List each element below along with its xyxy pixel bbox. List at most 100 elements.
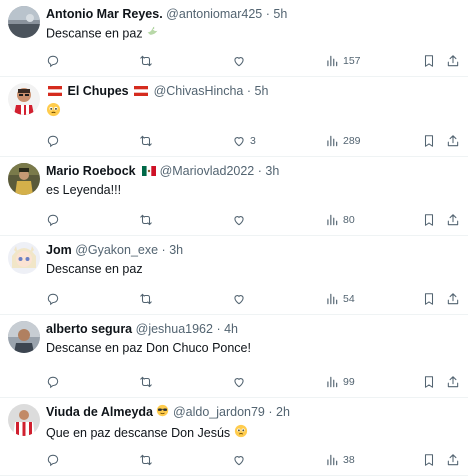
bookmark-button[interactable] [422, 451, 436, 469]
reply-button[interactable] [46, 211, 64, 229]
tweet-actions: 54 [46, 290, 460, 308]
reply-button[interactable] [46, 132, 64, 150]
tweet[interactable]: alberto segura @jeshua1962 · 4h Descanse… [0, 315, 468, 398]
user-handle[interactable]: @ChivasHincha [154, 84, 244, 98]
tweet-header: Jom @Gyakon_exe · 3h [46, 242, 458, 258]
timestamp[interactable]: 5h [255, 84, 269, 98]
views-button[interactable]: 99 [325, 373, 355, 391]
tweet-text: Descanse en paz [46, 25, 458, 43]
bookmark-icon [424, 55, 434, 67]
user-handle[interactable]: @aldo_jardon79 [173, 405, 265, 419]
analytics-icon [327, 454, 338, 466]
analytics-icon [327, 135, 338, 147]
retweet-icon [140, 293, 152, 305]
display-name[interactable]: Mario Roebock [46, 164, 136, 178]
views-button[interactable]: 289 [325, 132, 361, 150]
bookmark-button[interactable] [422, 290, 436, 308]
reply-button[interactable] [46, 290, 64, 308]
retweet-button[interactable] [139, 373, 157, 391]
tweet-actions: 38 [46, 451, 460, 469]
views-button[interactable]: 80 [325, 211, 355, 229]
reply-button[interactable] [46, 373, 64, 391]
bookmark-button[interactable] [422, 132, 436, 150]
share-icon [447, 376, 459, 388]
tweet-actions: 80 [46, 211, 460, 229]
like-button[interactable] [232, 373, 250, 391]
sunglasses-face-icon [156, 404, 169, 421]
share-icon [447, 454, 459, 466]
bookmark-button[interactable] [422, 373, 436, 391]
tweet-actions: 3 289 [46, 132, 460, 150]
tweet[interactable]: El Chupes @ChivasHincha · 5h 3 289 [0, 77, 468, 157]
display-name[interactable]: El Chupes [67, 84, 128, 98]
user-handle[interactable]: @Gyakon_exe [75, 243, 158, 257]
like-button[interactable] [232, 211, 250, 229]
separator: · [216, 322, 221, 336]
share-button[interactable] [446, 451, 460, 469]
user-handle[interactable]: @antoniomar425 [166, 7, 262, 21]
bookmark-button[interactable] [422, 52, 436, 70]
retweet-button[interactable] [139, 52, 157, 70]
tweet[interactable]: Jom @Gyakon_exe · 3h Descanse en paz 54 [0, 236, 468, 315]
tweet-header: Antonio Mar Reyes. @antoniomar425 · 5h [46, 6, 458, 22]
reply-button[interactable] [46, 52, 64, 70]
share-button[interactable] [446, 290, 460, 308]
views-button[interactable]: 54 [325, 290, 355, 308]
retweet-button[interactable] [139, 211, 157, 229]
timestamp[interactable]: 4h [224, 322, 238, 336]
like-button[interactable] [232, 451, 250, 469]
timestamp[interactable]: 2h [276, 405, 290, 419]
display-name[interactable]: Viuda de Almeyda [46, 405, 153, 419]
separator: · [257, 164, 262, 178]
user-handle[interactable]: @Mariovlad2022 [160, 164, 255, 178]
tweet[interactable]: Mario Roebock @Mariovlad2022 · 3h es Ley… [0, 157, 468, 236]
retweet-icon [140, 376, 152, 388]
avatar[interactable] [8, 83, 40, 115]
reply-icon [47, 376, 59, 389]
like-button[interactable]: 3 [232, 132, 256, 150]
share-button[interactable] [446, 52, 460, 70]
tweet-text-content: Descanse en paz Don Chuco Ponce! [46, 341, 251, 355]
tweet-header: Viuda de Almeyda @aldo_jardon79 · 2h [46, 404, 458, 421]
like-count: 3 [250, 135, 256, 147]
timestamp[interactable]: 3h [169, 243, 183, 257]
bookmark-icon [424, 214, 434, 226]
pleading-face-icon [46, 102, 61, 122]
tweet[interactable]: Antonio Mar Reyes. @antoniomar425 · 5h D… [0, 0, 468, 77]
display-name[interactable]: Antonio Mar Reyes. [46, 7, 163, 21]
timestamp[interactable]: 5h [273, 7, 287, 21]
pleading-face-icon [234, 424, 248, 443]
like-button[interactable] [232, 290, 250, 308]
separator: · [246, 84, 252, 98]
share-icon [447, 55, 459, 67]
views-button[interactable]: 38 [325, 451, 355, 469]
retweet-button[interactable] [139, 290, 157, 308]
share-button[interactable] [446, 211, 460, 229]
avatar[interactable] [8, 404, 40, 436]
views-button[interactable]: 157 [325, 52, 361, 70]
avatar[interactable] [8, 163, 40, 195]
tweet-text: es Leyenda!!! [46, 182, 458, 199]
view-count: 99 [343, 376, 355, 388]
like-button[interactable] [232, 52, 250, 70]
retweet-button[interactable] [139, 451, 157, 469]
timestamp[interactable]: 3h [265, 164, 279, 178]
avatar[interactable] [8, 321, 40, 353]
heart-icon [234, 295, 244, 305]
avatar[interactable] [8, 242, 40, 274]
tweet[interactable]: Viuda de Almeyda @aldo_jardon79 · 2h Que… [0, 398, 468, 476]
user-handle[interactable]: @jeshua1962 [136, 322, 213, 336]
reply-icon [47, 214, 59, 227]
analytics-icon [327, 293, 338, 305]
share-button[interactable] [446, 373, 460, 391]
heart-icon [234, 137, 244, 147]
display-name[interactable]: Jom [46, 243, 72, 257]
heart-icon [234, 216, 244, 226]
display-name[interactable]: alberto segura [46, 322, 132, 336]
tweet-text: Descanse en paz [46, 261, 458, 278]
bookmark-button[interactable] [422, 211, 436, 229]
avatar[interactable] [8, 6, 40, 38]
retweet-button[interactable] [139, 132, 157, 150]
reply-button[interactable] [46, 451, 64, 469]
share-button[interactable] [446, 132, 460, 150]
